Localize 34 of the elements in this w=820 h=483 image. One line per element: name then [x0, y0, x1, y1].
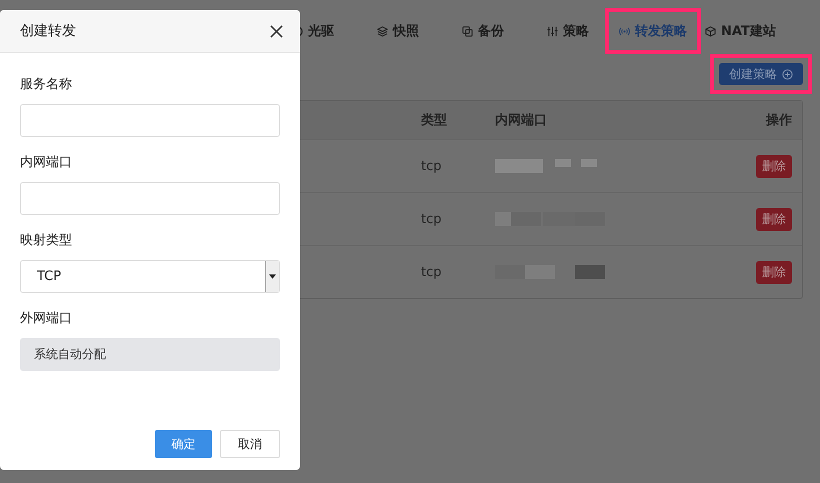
plus-circle-icon: [782, 68, 793, 80]
dropdown-arrow-icon[interactable]: [269, 274, 276, 279]
field-label: 服务名称: [20, 76, 73, 93]
close-icon[interactable]: [270, 24, 283, 38]
confirm-button[interactable]: 确定: [155, 430, 212, 458]
nav-tab[interactable]: NAT建站: [701, 8, 780, 54]
layers-icon: [377, 26, 388, 36]
column-header: 类型: [421, 112, 448, 129]
select-field[interactable]: TCP: [20, 260, 280, 293]
field-label: 内网端口: [20, 154, 73, 171]
dialog-title: 创建转发: [20, 22, 76, 40]
cancel-button[interactable]: 取消: [220, 430, 280, 458]
table-cell-text: tcp: [421, 212, 442, 226]
delete-button[interactable]: 删除: [756, 260, 792, 284]
table-cell-text: tcp: [421, 264, 442, 280]
nav-tab[interactable]: 策略: [533, 8, 603, 54]
input-field[interactable]: [20, 182, 280, 215]
nav-tab[interactable]: 转发策略: [605, 8, 701, 54]
table-cell-text: tcp: [421, 158, 442, 174]
readonly-field: 系统自动分配: [20, 338, 280, 371]
field-label: 映射类型: [20, 232, 73, 249]
delete-button[interactable]: 删除: [756, 208, 792, 230]
field-label: 外网端口: [20, 310, 73, 327]
column-header: 操作: [764, 112, 793, 129]
sliders-icon: [547, 26, 558, 36]
broadcast-icon: [619, 26, 630, 36]
nav-tab[interactable]: 备份: [448, 8, 518, 54]
cube-icon: [705, 26, 716, 36]
copy-icon: [462, 26, 473, 36]
input-field[interactable]: [20, 104, 280, 137]
create-policy-button[interactable]: 创建策略: [719, 63, 803, 85]
delete-button[interactable]: 删除: [756, 154, 792, 178]
column-header: 内网端口: [495, 112, 548, 129]
nav-tab[interactable]: 快照: [363, 8, 433, 54]
